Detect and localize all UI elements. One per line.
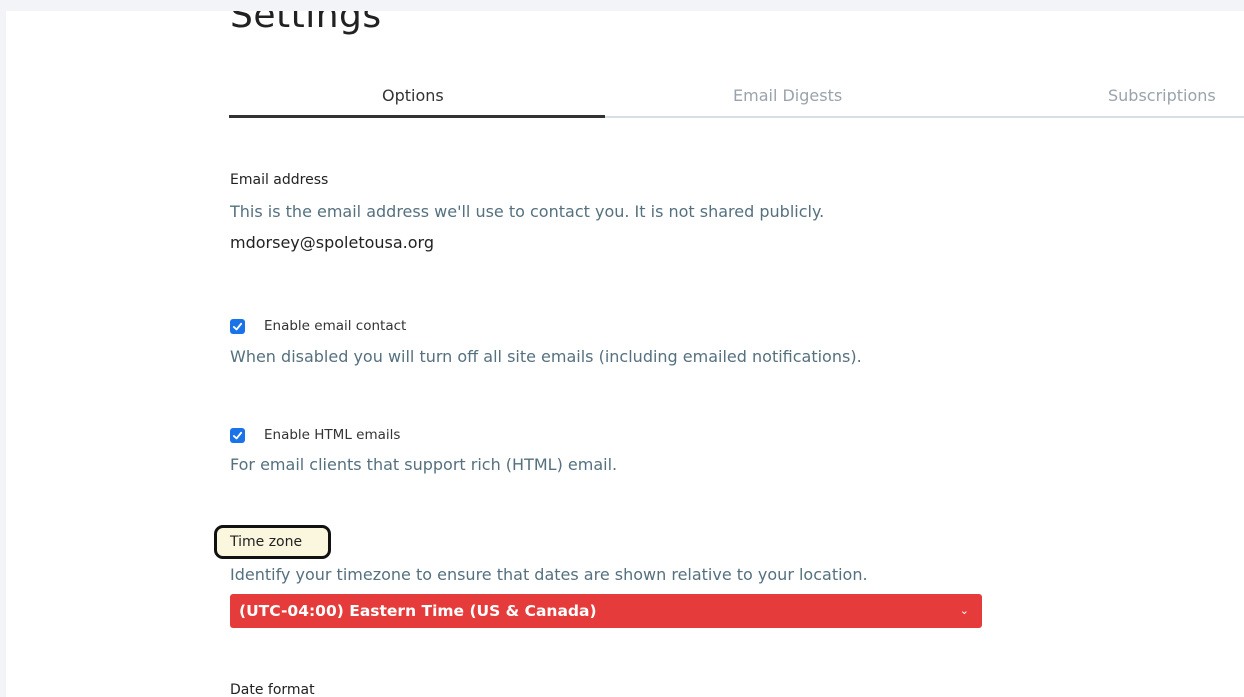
email-address-value: mdorsey@spoletousa.org — [230, 233, 434, 252]
time-zone-label: Time zone — [230, 534, 303, 550]
time-zone-select[interactable]: (UTC-04:00) Eastern Time (US & Canada) ⌄ — [230, 594, 982, 628]
chevron-down-icon: ⌄ — [959, 604, 969, 617]
tab-email-digests[interactable]: Email Digests — [733, 86, 842, 105]
email-contact-description: When disabled you will turn off all site… — [230, 347, 862, 366]
tab-subscriptions[interactable]: Subscriptions — [1108, 86, 1216, 105]
email-contact-option: Enable email contact — [230, 318, 406, 334]
settings-page: Settings Options Email Digests Subscript… — [6, 11, 1244, 697]
email-address-description: This is the email address we'll use to c… — [230, 202, 825, 221]
checkmark-icon — [232, 431, 243, 439]
date-format-label: Date format — [230, 682, 315, 697]
active-tab-indicator — [229, 115, 605, 118]
email-address-label: Email address — [230, 172, 329, 188]
html-emails-option: Enable HTML emails — [230, 427, 400, 443]
html-emails-description: For email clients that support rich (HTM… — [230, 455, 618, 474]
email-contact-checkbox[interactable] — [230, 318, 245, 334]
time-zone-description: Identify your timezone to ensure that da… — [230, 565, 868, 584]
page-title: Settings — [230, 11, 382, 36]
email-contact-label[interactable]: Enable email contact — [264, 318, 406, 334]
time-zone-selected-value: (UTC-04:00) Eastern Time (US & Canada) — [239, 602, 597, 620]
html-emails-checkbox[interactable] — [230, 427, 245, 443]
checkmark-icon — [232, 322, 243, 330]
html-emails-label[interactable]: Enable HTML emails — [264, 427, 400, 443]
tab-options[interactable]: Options — [382, 86, 444, 105]
settings-tabs: Options Email Digests Subscriptions — [229, 79, 1244, 118]
